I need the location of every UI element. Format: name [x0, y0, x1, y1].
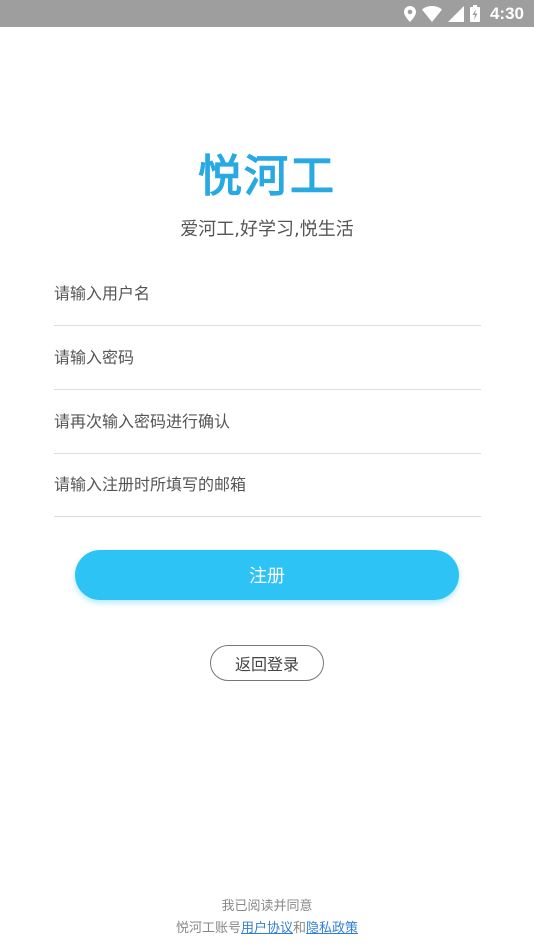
username-input[interactable] [54, 262, 481, 325]
agreement-links: 悦河工账号用户协议和隐私政策 [0, 917, 534, 936]
agreement-notice: 我已阅读并同意 [221, 899, 313, 914]
privacy-policy-link[interactable]: 隐私政策 [306, 921, 358, 936]
confirm-password-input[interactable] [54, 390, 481, 453]
register-button[interactable]: 注册 [75, 550, 459, 600]
location-icon [403, 5, 416, 22]
confirm-password-field-wrapper [54, 390, 481, 454]
password-input[interactable] [54, 326, 481, 389]
agreement-prefix: 悦河工账号 [175, 921, 241, 936]
username-field-wrapper [54, 262, 481, 326]
back-to-login-button[interactable]: 返回登录 [210, 645, 324, 681]
app-title: 悦河工 [198, 151, 336, 202]
wifi-icon [421, 5, 442, 22]
battery-icon [469, 5, 480, 22]
agreement-and: 和 [293, 921, 307, 936]
email-field-wrapper [54, 453, 481, 517]
status-bar: 4:30 [0, 0, 534, 27]
signal-icon [447, 5, 464, 22]
password-field-wrapper [54, 326, 481, 390]
status-time: 4:30 [489, 3, 524, 23]
email-input[interactable] [54, 453, 481, 516]
user-agreement-link[interactable]: 用户协议 [241, 921, 293, 936]
app-slogan: 爱河工,好学习,悦生活 [180, 219, 354, 240]
